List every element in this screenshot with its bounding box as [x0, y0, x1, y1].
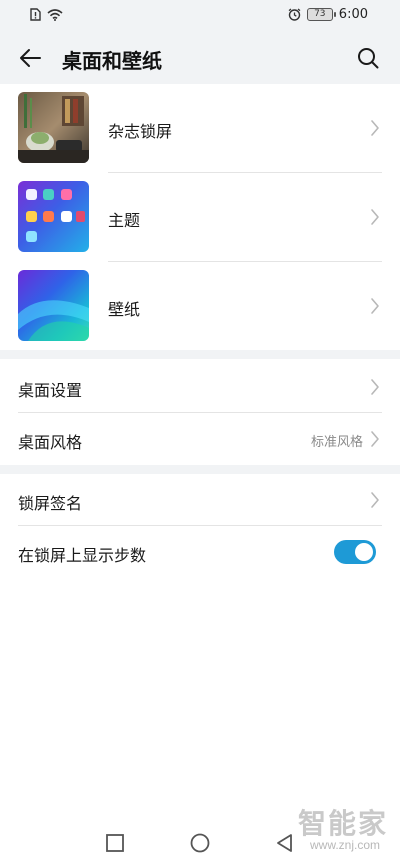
desktop-style-item[interactable]: 桌面风格 标准风格 — [0, 413, 400, 465]
status-bar: 73 6:00 — [0, 0, 400, 32]
chevron-right-icon — [371, 492, 379, 508]
search-icon — [358, 48, 379, 69]
desktop-settings-item[interactable]: 桌面设置 — [0, 361, 400, 413]
magazine-lockscreen-thumbnail — [18, 92, 89, 163]
chevron-right-icon — [371, 298, 379, 314]
alarm-icon — [288, 8, 301, 21]
back-button[interactable] — [14, 42, 46, 74]
search-button[interactable] — [352, 42, 384, 74]
desktop-card: 桌面设置 桌面风格 标准风格 — [0, 359, 400, 465]
show-steps-toggle[interactable] — [334, 540, 376, 564]
magazine-lockscreen-label: 杂志锁屏 — [108, 122, 173, 141]
magazine-lockscreen-item[interactable]: 杂志锁屏 — [0, 84, 400, 173]
theme-item[interactable]: 主题 — [0, 173, 400, 262]
lockscreen-card: 锁屏签名 在锁屏上显示步数 — [0, 474, 400, 578]
wallpaper-item[interactable]: 壁纸 — [0, 262, 400, 351]
show-steps-label: 在锁屏上显示步数 — [18, 546, 147, 565]
sim-alert-icon — [30, 8, 41, 21]
home-circle-icon[interactable] — [189, 832, 211, 854]
lockscreen-signature-item[interactable]: 锁屏签名 — [0, 474, 400, 526]
theme-label: 主题 — [108, 211, 141, 230]
system-nav-bar — [0, 818, 400, 866]
recents-square-icon[interactable] — [104, 832, 126, 854]
chevron-right-icon — [371, 431, 379, 447]
wifi-icon — [47, 8, 63, 21]
back-triangle-icon[interactable] — [274, 832, 296, 854]
status-time: 6:00 — [338, 7, 368, 22]
chevron-right-icon — [371, 120, 379, 136]
wallpaper-thumbnail — [18, 270, 89, 341]
theme-thumbnail — [18, 181, 89, 252]
chevron-right-icon — [371, 209, 379, 225]
status-icons-left — [30, 8, 63, 21]
toggle-knob — [355, 543, 373, 561]
app-bar: 桌面和壁纸 — [0, 32, 400, 84]
desktop-style-value: 标准风格 — [310, 435, 363, 450]
themes-card: 杂志锁屏 主题 壁纸 — [0, 84, 400, 350]
arrow-left-icon — [20, 49, 41, 67]
desktop-settings-label: 桌面设置 — [18, 381, 83, 400]
battery-icon: 73 — [306, 8, 336, 21]
desktop-style-label: 桌面风格 — [18, 433, 83, 452]
wallpaper-label: 壁纸 — [108, 300, 141, 319]
show-steps-item: 在锁屏上显示步数 — [0, 526, 400, 578]
chevron-right-icon — [371, 379, 379, 395]
page-title: 桌面和壁纸 — [62, 49, 162, 73]
lockscreen-signature-label: 锁屏签名 — [18, 494, 83, 513]
status-icons-right: 73 6:00 — [288, 7, 368, 22]
